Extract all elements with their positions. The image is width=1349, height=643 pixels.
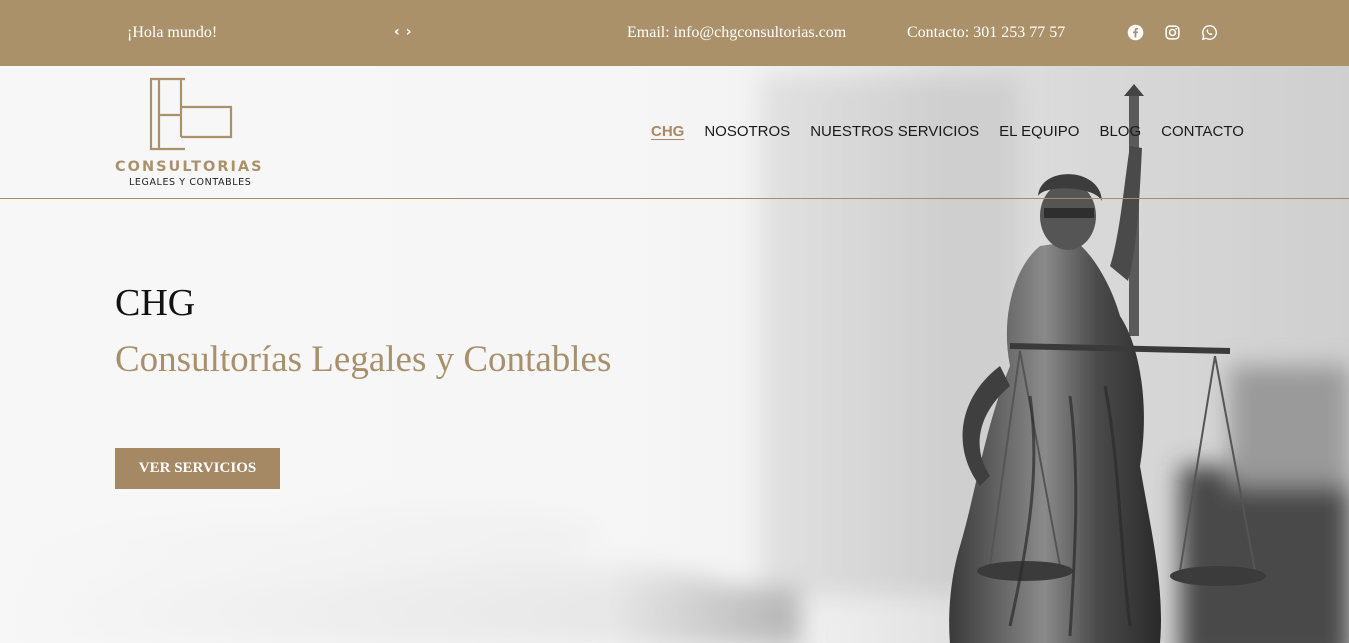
ticker-next-arrow-icon[interactable]: ›: [406, 22, 412, 42]
email-contact-link[interactable]: Email: info@chgconsultorias.com: [627, 23, 846, 43]
hero-subtitle: Consultorías Legales y Contables: [115, 339, 612, 380]
nav-item-contacto[interactable]: CONTACTO: [1161, 123, 1244, 140]
site-header: CONSULTORIAS LEGALES Y CONTABLES CHG NOS…: [0, 66, 1349, 199]
ticker-prev-arrow-icon[interactable]: ‹: [394, 22, 400, 42]
logo-wordmark: CONSULTORIAS: [115, 159, 264, 175]
phone-contact-link[interactable]: Contacto: 301 253 77 57: [907, 23, 1065, 43]
nav-item-nuestros-servicios[interactable]: NUESTROS SERVICIOS: [810, 123, 979, 140]
social-links: [1127, 24, 1218, 41]
nav-item-el-equipo[interactable]: EL EQUIPO: [999, 123, 1079, 140]
nav-item-chg[interactable]: CHG: [651, 123, 684, 140]
greeting-text: ¡Hola mundo!: [127, 24, 218, 41]
hero-title: CHG: [115, 282, 196, 324]
instagram-icon[interactable]: [1164, 24, 1181, 41]
logo[interactable]: CONSULTORIAS LEGALES Y CONTABLES: [115, 77, 270, 192]
main-navigation: CHG NOSOTROS NUESTROS SERVICIOS EL EQUIP…: [651, 123, 1244, 140]
page: ¡Hola mundo! ‹ › Email: info@chgconsulto…: [0, 0, 1349, 643]
facebook-icon[interactable]: [1127, 24, 1144, 41]
logo-mark-icon: [149, 77, 233, 151]
top-bar: ¡Hola mundo! ‹ › Email: info@chgconsulto…: [0, 0, 1349, 66]
nav-item-nosotros[interactable]: NOSOTROS: [704, 123, 790, 140]
whatsapp-icon[interactable]: [1201, 24, 1218, 41]
logo-tagline: LEGALES Y CONTABLES: [129, 177, 252, 188]
view-services-button[interactable]: VER SERVICIOS: [115, 448, 280, 489]
ticker-navigation: ‹ ›: [394, 22, 412, 42]
nav-item-blog[interactable]: BLOG: [1099, 123, 1141, 140]
